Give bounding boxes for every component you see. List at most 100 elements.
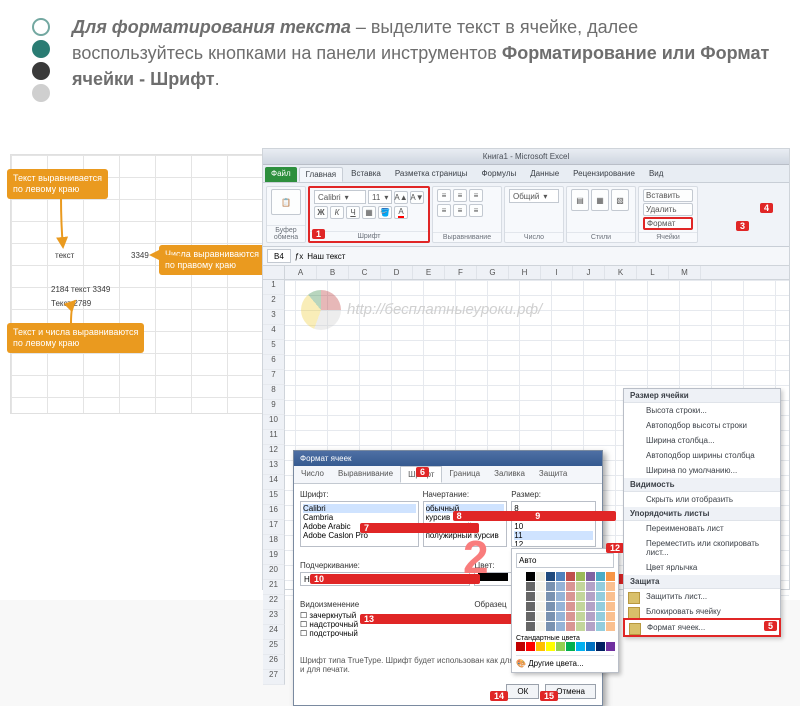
menu-protect[interactable]: Защитить лист... (624, 589, 780, 604)
bold-button[interactable]: Ж (314, 206, 328, 219)
font-size-select[interactable]: 11▾ (368, 190, 392, 204)
size-list[interactable]: 8 9 10 11 12 (511, 501, 596, 547)
sample-number: 3349 (131, 251, 149, 260)
menu-default-width[interactable]: Ширина по умолчанию... (624, 463, 780, 478)
worksheet-grid[interactable]: 1234567891011121314151617181920212223242… (263, 280, 789, 610)
tab-formulas[interactable]: Формулы (475, 167, 522, 182)
menu-hide[interactable]: Скрыть или отобразить (624, 492, 780, 507)
dlg-tab-border[interactable]: Граница (442, 466, 487, 483)
delete-button[interactable]: Удалить (643, 203, 693, 216)
font-name-select[interactable]: Calibri▾ (314, 190, 366, 204)
align-right[interactable]: ≡ (469, 204, 483, 217)
insert-button[interactable]: Вставить (643, 189, 693, 202)
marker-14: 14 (490, 691, 508, 701)
palette-more[interactable]: 🎨 Другие цвета... (516, 655, 614, 668)
group-number: Общий▾ Число (504, 186, 564, 243)
dlg-tab-fill[interactable]: Заливка (487, 466, 532, 483)
table-format[interactable]: ▦ (591, 189, 609, 211)
callout-right-align: Числа выравниваютсяпо правому краю (159, 245, 265, 275)
marker-12: 12 (606, 543, 624, 553)
menu-autofit-col[interactable]: Автоподбор ширины столбца (624, 448, 780, 463)
callout-mixed-align: Текст и числа выравниваютсяпо левому кра… (7, 323, 144, 353)
col-G[interactable]: G (477, 266, 509, 279)
tab-data[interactable]: Данные (524, 167, 565, 182)
menu-tabcolor[interactable]: Цвет ярлычка (624, 560, 780, 575)
name-box[interactable]: B4 (267, 249, 291, 263)
fx-icon[interactable]: ƒx (295, 252, 303, 261)
menu-move[interactable]: Переместить или скопировать лист... (624, 536, 780, 560)
menu-header-protect: Защита (624, 575, 780, 589)
paste-button[interactable]: 📋 (271, 189, 301, 215)
group-label: Выравнивание (433, 232, 501, 242)
excel-screenshot: Книга1 - Microsoft Excel Файл Главная Вс… (262, 148, 790, 590)
align-left[interactable]: ≡ (437, 204, 451, 217)
palette-auto[interactable]: Авто (516, 553, 614, 568)
lbl-font: Шрифт: (300, 490, 419, 499)
sample-mixed2: Текст 2789 (51, 299, 91, 308)
col-C[interactable]: C (349, 266, 381, 279)
grow-font-button[interactable]: A▲ (394, 191, 408, 204)
tab-file[interactable]: Файл (265, 167, 297, 182)
marker-7: 7 (360, 523, 479, 533)
menu-autofit-row[interactable]: Автоподбор высоты строки (624, 418, 780, 433)
heading-em: Для форматирования текста (72, 17, 351, 37)
align-center[interactable]: ≡ (453, 204, 467, 217)
col-J[interactable]: J (573, 266, 605, 279)
fill-color-button[interactable]: 🪣 (378, 206, 392, 219)
number-format-select[interactable]: Общий▾ (509, 189, 559, 203)
dlg-tab-number[interactable]: Число (294, 466, 331, 483)
font-color-button[interactable]: A (394, 206, 408, 219)
col-I[interactable]: I (541, 266, 573, 279)
marker-15: 15 (540, 691, 558, 701)
align-bot[interactable]: ≡ (469, 189, 483, 202)
dlg-tab-protect[interactable]: Защита (532, 466, 574, 483)
italic-button[interactable]: К (330, 206, 344, 219)
col-L[interactable]: L (637, 266, 669, 279)
align-mid[interactable]: ≡ (453, 189, 467, 202)
menu-format-cells[interactable]: Формат ячеек... 5 (623, 618, 781, 637)
tab-layout[interactable]: Разметка страницы (389, 167, 474, 182)
tab-review[interactable]: Рецензирование (567, 167, 641, 182)
col-A[interactable]: A (285, 266, 317, 279)
dlg-tab-align[interactable]: Выравнивание (331, 466, 400, 483)
shrink-font-button[interactable]: A▼ (410, 191, 424, 204)
col-K[interactable]: K (605, 266, 637, 279)
col-D[interactable]: D (381, 266, 413, 279)
marker-3: 3 (736, 221, 749, 231)
chk-sub[interactable]: ☐ подстрочный (300, 629, 470, 638)
row-headers: 1234567891011121314151617181920212223242… (263, 280, 285, 685)
cond-format[interactable]: ▤ (571, 189, 589, 211)
col-F[interactable]: F (445, 266, 477, 279)
marker-1: 1 (312, 229, 325, 239)
watermark: http://бесплатныеуроки.рф/ (301, 290, 542, 330)
marker-8: 8 (453, 511, 538, 521)
format-button[interactable]: Формат (643, 217, 693, 230)
lbl-style: Начертание: (423, 490, 508, 499)
align-top[interactable]: ≡ (437, 189, 451, 202)
palette-std-row[interactable] (516, 642, 614, 651)
ribbon-body: 📋 Буфер обмена Calibri▾ 11▾ A▲ A▼ Ж К Ч … (263, 183, 789, 247)
bullet-dot (32, 62, 50, 80)
underline-button[interactable]: Ч (346, 206, 360, 219)
border-button[interactable]: ▦ (362, 206, 376, 219)
col-E[interactable]: E (413, 266, 445, 279)
lbl-size: Размер: (511, 490, 596, 499)
menu-col-width[interactable]: Ширина столбца... (624, 433, 780, 448)
group-label: Стили (567, 232, 635, 242)
group-styles: ▤▦▧ Стили (566, 186, 636, 243)
ok-button[interactable]: ОК (506, 684, 539, 699)
col-B[interactable]: B (317, 266, 349, 279)
menu-lockcell[interactable]: Блокировать ячейку (624, 604, 780, 619)
tab-view[interactable]: Вид (643, 167, 669, 182)
menu-rename[interactable]: Переименовать лист (624, 521, 780, 536)
col-H[interactable]: H (509, 266, 541, 279)
col-M[interactable]: M (669, 266, 701, 279)
alignment-example-grid: Текст выравниваетсяпо левому краю Числа … (10, 154, 270, 414)
palette-grid[interactable] (516, 572, 614, 631)
tab-insert[interactable]: Вставка (345, 167, 387, 182)
tab-home[interactable]: Главная (299, 167, 343, 182)
marker-6: 6 (416, 467, 429, 477)
menu-row-height[interactable]: Высота строки... (624, 403, 780, 418)
formula-text[interactable]: Наш текст (307, 252, 345, 261)
cell-styles[interactable]: ▧ (611, 189, 629, 211)
